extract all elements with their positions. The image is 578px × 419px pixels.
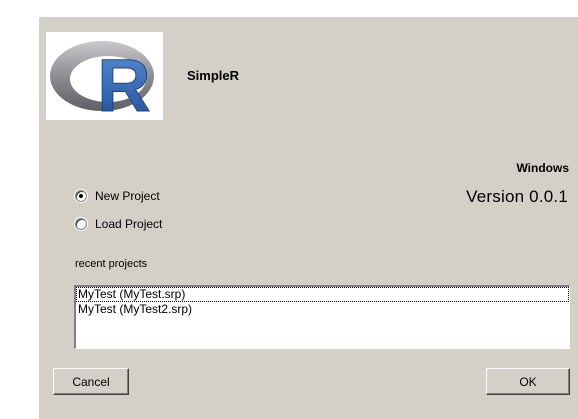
ok-button[interactable]: OK [486, 368, 570, 395]
new-project-label: New Project [95, 189, 160, 203]
app-name: SimpleR [187, 68, 240, 83]
r-logo-icon: R [50, 41, 154, 120]
platform-label: Windows [516, 161, 569, 175]
version-label: Version 0.0.1 [466, 187, 568, 206]
list-item[interactable]: MyTest (MyTest.srp) [76, 287, 569, 302]
cancel-button[interactable]: Cancel [53, 368, 129, 395]
logo-letter: R [97, 44, 150, 120]
new-project-radio[interactable]: New Project [75, 189, 160, 203]
radio-selected-icon[interactable] [75, 190, 87, 202]
recent-projects-list[interactable]: MyTest (MyTest.srp) MyTest (MyTest2.srp) [74, 285, 570, 349]
startup-dialog: R SimpleR Windows Version 0.0.1 New Proj… [38, 16, 578, 419]
r-logo: R [46, 32, 163, 120]
load-project-label: Load Project [95, 217, 163, 231]
recent-projects-label: recent projects [75, 258, 148, 270]
list-item[interactable]: MyTest (MyTest2.srp) [76, 302, 569, 317]
load-project-radio[interactable]: Load Project [75, 217, 162, 231]
radio-unselected-icon[interactable] [75, 218, 87, 230]
